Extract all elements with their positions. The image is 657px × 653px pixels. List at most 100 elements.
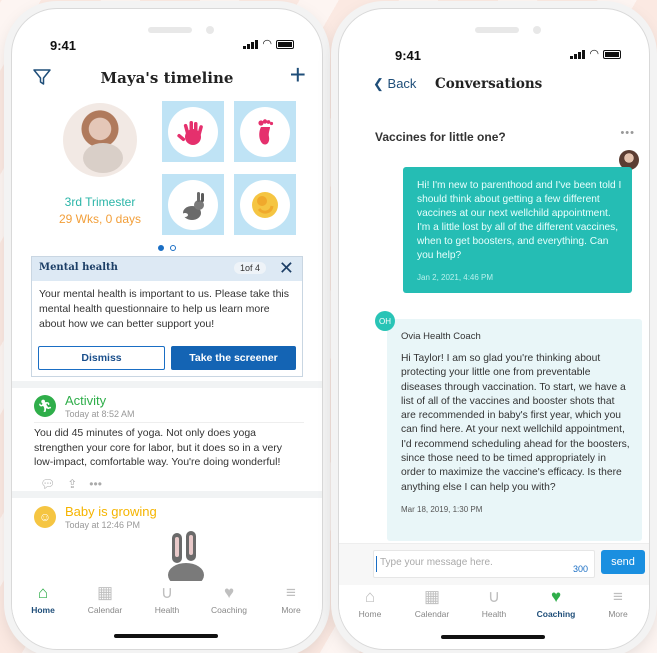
mental-health-actions: Dismiss Take the screener	[38, 346, 296, 370]
tab-coaching-label: Coaching	[536, 609, 576, 619]
page-title: Conversations	[435, 76, 543, 92]
timeline-header: Maya's timeline +	[12, 61, 322, 93]
dismiss-button[interactable]: Dismiss	[38, 346, 165, 370]
growing-title: Baby is growing	[65, 504, 157, 519]
back-label: Back	[387, 76, 417, 91]
char-count: 300	[572, 564, 588, 574]
mental-health-card: Mental health 1of 4 ✕ Your mental health…	[31, 256, 303, 377]
home-icon: ⌂	[364, 587, 376, 606]
tab-more[interactable]: ≡ More	[587, 587, 649, 629]
text-caret	[376, 556, 377, 572]
mental-health-body: Your mental health is important to us. P…	[39, 288, 290, 330]
tab-home[interactable]: ⌂ Home	[12, 583, 74, 625]
signal-icon	[570, 49, 586, 59]
message-composer: Type your message here. 300 send	[339, 543, 649, 585]
status-bar: 9:41 ◠	[339, 45, 649, 65]
handprint-icon	[177, 121, 203, 145]
battery-icon	[276, 40, 294, 49]
baby-icon: ☺	[34, 506, 56, 528]
share-icon[interactable]: ⇪	[67, 477, 77, 491]
home-icon: ⌂	[37, 583, 49, 602]
heart-pulse-icon: ♥	[550, 587, 562, 606]
tab-calendar[interactable]: ▦ Calendar	[401, 587, 463, 629]
tab-coaching-label: Coaching	[211, 605, 247, 615]
tab-more-label: More	[608, 609, 628, 619]
tab-bar: ⌂ Home ▦ Calendar ∪ Health ♥ Coaching ≡ …	[339, 587, 649, 629]
tab-bar: ⌂ Home ▦ Calendar ∪ Health ♥ Coaching ≡ …	[12, 583, 322, 625]
section-divider	[12, 381, 322, 388]
tab-health[interactable]: ∪ Health	[136, 583, 198, 625]
footprint-icon	[258, 119, 274, 145]
camera	[206, 26, 214, 34]
phone-timeline: 9:41 ◠ Maya's timeline + 3rd Trimester 2…	[11, 8, 323, 650]
mental-health-title: Mental health	[39, 262, 118, 273]
more-options-icon[interactable]: •••	[620, 127, 635, 139]
bunny-icon	[182, 192, 204, 220]
divider	[34, 422, 304, 423]
mental-health-card-header: Mental health 1of 4 ✕	[32, 257, 302, 281]
send-button[interactable]: send	[601, 550, 645, 574]
calendar-icon: ▦	[96, 583, 114, 602]
tab-calendar-label: Calendar	[414, 609, 450, 619]
coach-name: Ovia Health Coach	[401, 331, 481, 342]
tab-calendar-label: Calendar	[87, 605, 123, 615]
avatar[interactable]	[63, 103, 137, 177]
coach-message-time: Mar 18, 2019, 1:30 PM	[401, 504, 483, 514]
activity-entry[interactable]: 🏃︎ Activity Today at 8:52 AM You did 45 …	[12, 389, 322, 491]
status-time: 9:41	[50, 38, 77, 53]
user-message-bubble: Hi! I'm new to parenthood and I've been …	[403, 167, 632, 293]
coach-avatar: OH	[375, 311, 395, 331]
activity-title: Activity	[65, 393, 107, 408]
tile-embryo[interactable]	[234, 174, 296, 235]
speaker-notch	[475, 27, 519, 33]
phone-conversations: 9:41 ◠ ❮ Back Conversations Vaccines for…	[338, 8, 650, 650]
status-icons: ◠	[570, 48, 621, 60]
coach-message-bubble: Ovia Health Coach Hi Taylor! I am so gla…	[387, 319, 642, 541]
tab-more[interactable]: ≡ More	[260, 583, 322, 625]
tab-calendar[interactable]: ▦ Calendar	[74, 583, 136, 625]
stethoscope-icon: ∪	[160, 583, 174, 602]
heart-pulse-icon: ♥	[223, 583, 235, 602]
user-message-text: Hi! I'm new to parenthood and I've been …	[417, 180, 622, 261]
status-icons: ◠	[243, 39, 294, 50]
weeks-label: 29 Wks, 0 days	[58, 212, 142, 226]
speaker-notch	[148, 27, 192, 33]
conversations-header: ❮ Back Conversations	[339, 71, 649, 97]
menu-icon: ≡	[286, 583, 296, 602]
back-button[interactable]: ❮ Back	[373, 76, 416, 92]
tab-coaching[interactable]: ♥ Coaching	[198, 583, 260, 625]
comment-icon[interactable]: 💬︎	[40, 477, 55, 491]
tile-bunny[interactable]	[162, 174, 224, 235]
tab-home-label: Home	[31, 605, 55, 615]
page-title: Maya's timeline	[100, 69, 234, 87]
signal-icon	[243, 39, 259, 49]
tile-footprint[interactable]	[234, 101, 296, 162]
activity-time: Today at 8:52 AM	[65, 409, 135, 419]
carousel-dots[interactable]	[12, 245, 322, 251]
menu-icon: ≡	[613, 587, 623, 606]
activity-text: You did 45 minutes of yoga. Not only doe…	[34, 427, 283, 468]
tile-handprint[interactable]	[162, 101, 224, 162]
tab-home[interactable]: ⌂ Home	[339, 587, 401, 629]
add-icon[interactable]: +	[290, 61, 306, 89]
stethoscope-icon: ∪	[487, 587, 501, 606]
carousel-dot-active[interactable]	[158, 245, 164, 251]
milestone-tiles	[162, 101, 298, 235]
thread-title: Vaccines for little one?	[375, 130, 506, 144]
close-icon[interactable]: ✕	[279, 258, 294, 279]
calendar-icon: ▦	[423, 587, 441, 606]
more-icon[interactable]: •••	[89, 477, 102, 491]
embryo-icon	[252, 192, 278, 218]
tab-health[interactable]: ∪ Health	[463, 587, 525, 629]
carousel-dot[interactable]	[170, 245, 176, 251]
chevron-left-icon: ❮	[373, 76, 384, 91]
message-placeholder: Type your message here.	[380, 557, 493, 568]
message-input[interactable]: Type your message here. 300	[373, 550, 595, 578]
bunny-illustration	[168, 531, 204, 581]
wifi-icon: ◠	[589, 48, 599, 60]
tab-coaching[interactable]: ♥ Coaching	[525, 587, 587, 629]
trimester-label: 3rd Trimester	[64, 195, 136, 209]
status-bar: 9:41 ◠	[12, 35, 322, 55]
section-divider	[12, 491, 322, 498]
take-screener-button[interactable]: Take the screener	[171, 346, 296, 370]
